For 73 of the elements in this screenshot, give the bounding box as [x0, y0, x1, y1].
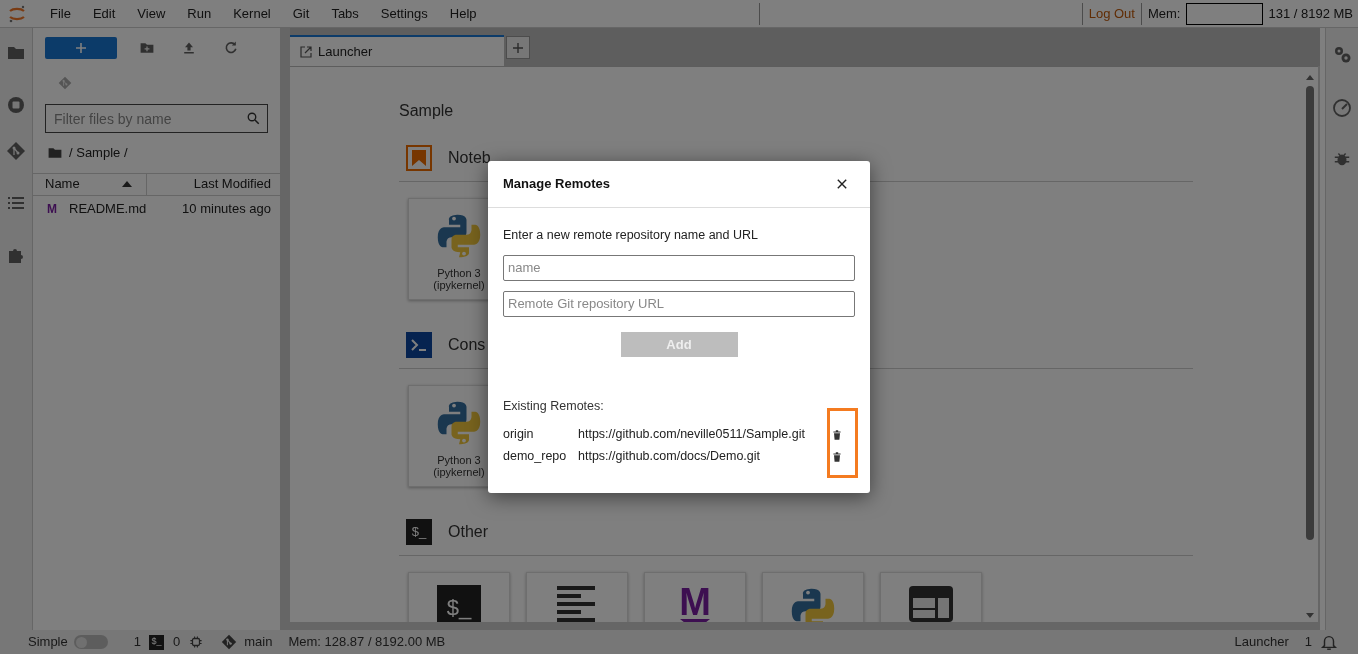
trash-icon[interactable] — [831, 449, 843, 464]
menu-item[interactable]: Tabs — [320, 3, 370, 24]
gears-icon[interactable] — [1332, 44, 1352, 64]
active-tab-label: Launcher — [1234, 633, 1289, 652]
menu-item[interactable]: Run — [176, 3, 223, 24]
git-icon[interactable] — [6, 141, 26, 161]
stop-icon[interactable] — [6, 95, 26, 115]
search-icon — [246, 111, 261, 126]
dialog-title: Manage Remotes — [503, 175, 610, 194]
filter-field[interactable]: Filter files by name — [45, 104, 268, 133]
memory-reading: 131 / 8192 MB — [1267, 4, 1354, 23]
terminal-icon: $_ — [437, 585, 481, 622]
memory-usage: Mem: 128.87 / 8192.00 MB — [288, 633, 446, 652]
new-tab-button[interactable] — [506, 36, 530, 59]
launch-icon — [300, 45, 312, 58]
toggle-switch[interactable] — [73, 635, 108, 649]
markdown-file-icon: M — [47, 199, 61, 218]
trash-icon[interactable] — [831, 427, 843, 442]
new-folder-icon[interactable] — [139, 40, 155, 56]
terminal-icon[interactable]: $_ — [149, 634, 164, 650]
bug-icon[interactable] — [1333, 150, 1351, 168]
file-name[interactable]: README.md — [69, 198, 183, 219]
remote-url: https://github.com/docs/Demo.git — [578, 448, 762, 466]
plus-icon — [512, 41, 524, 54]
text-file-icon — [557, 585, 597, 622]
log-out-button[interactable]: Log Out — [1082, 3, 1141, 24]
menu-item[interactable]: Settings — [369, 3, 439, 24]
text-field[interactable]: Remote Git repository URL — [503, 290, 855, 317]
section-title: Noteb — [448, 148, 491, 168]
bookmark-icon — [406, 145, 432, 171]
menu-item[interactable]: View — [126, 3, 177, 24]
git-clone-icon[interactable] — [58, 76, 72, 90]
layout-icon — [908, 585, 954, 622]
menu-item[interactable]: Edit — [81, 3, 127, 24]
section-title: Other — [448, 522, 488, 542]
console-prompt-icon — [406, 332, 432, 358]
menu-item[interactable]: Kernel — [222, 3, 282, 24]
mode-label: Simple — [28, 633, 68, 652]
gauge-icon[interactable] — [1332, 97, 1352, 117]
notification-count[interactable]: 1 — [1304, 632, 1312, 652]
bell-icon[interactable] — [1320, 633, 1338, 651]
scroll-up-icon[interactable] — [1305, 75, 1314, 80]
launcher-card[interactable]: $_ — [408, 572, 510, 622]
upload-icon[interactable] — [181, 40, 197, 56]
git-branch-icon[interactable] — [221, 634, 238, 650]
breadcrumb[interactable]: / Sample / — [69, 143, 128, 163]
kernel-count[interactable]: 0 — [173, 632, 181, 652]
terminal-icon: $_ — [406, 519, 432, 545]
column-header[interactable]: Last Modified — [147, 174, 280, 194]
sort-arrow-icon — [122, 181, 132, 187]
launcher-card[interactable]: M — [644, 572, 746, 622]
refresh-icon[interactable] — [223, 40, 239, 56]
menu-item[interactable]: Help — [438, 3, 488, 24]
new-launcher-button[interactable] — [45, 37, 117, 59]
remote-url: https://github.com/neville0511/Sample.git — [578, 426, 806, 444]
branch-name[interactable]: main — [244, 632, 273, 652]
scroll-down-icon[interactable] — [1305, 613, 1314, 618]
terminal-count[interactable]: 1 — [133, 632, 141, 652]
launcher-title: Sample — [399, 101, 455, 121]
plus-icon — [75, 42, 87, 54]
close-icon[interactable] — [835, 177, 849, 191]
scrollbar-thumb[interactable] — [1305, 86, 1314, 540]
tab[interactable]: Launcher — [290, 35, 504, 66]
highlight-frame — [827, 408, 858, 478]
memory-label: Mem: — [1146, 4, 1182, 23]
chip-icon[interactable] — [189, 635, 204, 649]
jupyter-logo-icon — [7, 3, 27, 24]
column-header[interactable]: Name — [33, 173, 147, 195]
menu-item[interactable]: File — [39, 3, 82, 24]
section-title: Cons — [448, 335, 486, 355]
menu-item[interactable]: Git — [281, 3, 321, 24]
modified-time: 10 minutes ago — [182, 199, 271, 218]
text-field[interactable]: name — [503, 254, 855, 281]
